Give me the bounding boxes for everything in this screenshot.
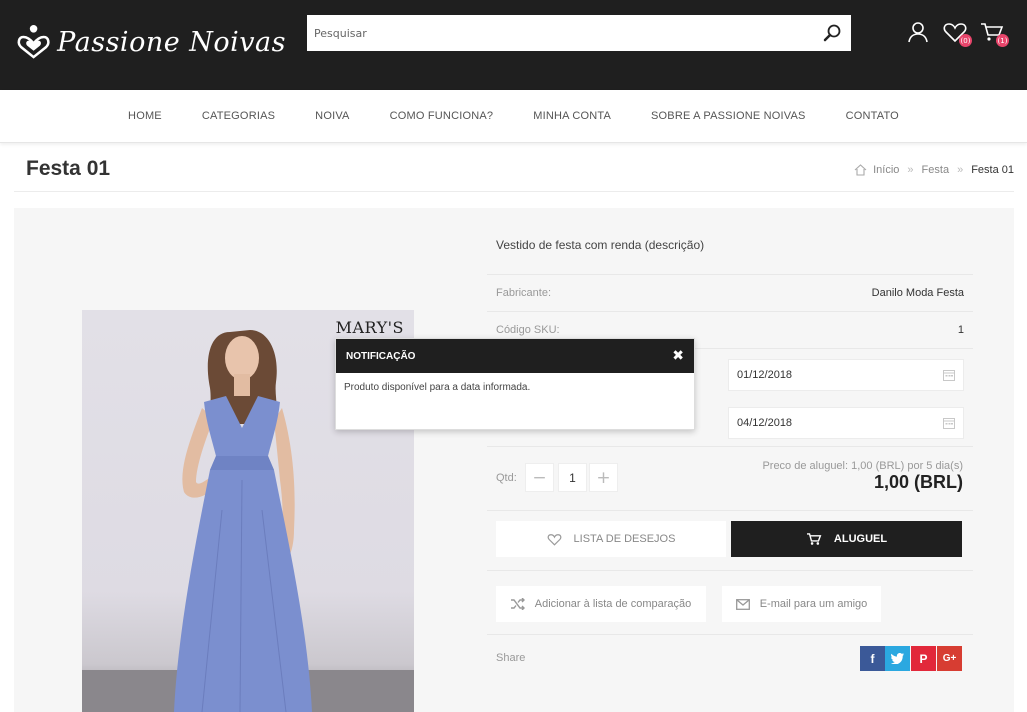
user-icon <box>908 22 928 43</box>
heart-icon <box>547 533 561 546</box>
facebook-icon: f <box>870 651 875 666</box>
wishlist-header-button[interactable]: (0) <box>941 18 972 47</box>
search-button[interactable] <box>813 15 851 51</box>
pinterest-share-button[interactable]: P <box>911 646 936 671</box>
nav-item-como-funciona[interactable]: COMO FUNCIONA? <box>390 110 494 122</box>
twitter-share-button[interactable] <box>885 646 910 671</box>
home-icon <box>854 164 867 176</box>
divider <box>487 634 973 635</box>
end-date-value: 04/12/2018 <box>737 417 793 429</box>
pinterest-icon: P <box>919 651 928 666</box>
notification-header: NOTIFICAÇÃO ✖ <box>336 339 694 373</box>
qty-increase-button[interactable]: + <box>589 463 618 492</box>
manufacturer-value[interactable]: Danilo Moda Festa <box>872 287 964 299</box>
start-date-field[interactable]: 01/12/2018 <box>728 359 964 391</box>
product-section: MARY'S Vestido de festa com renda (descr… <box>14 208 1014 712</box>
breadcrumb-separator-icon: » <box>957 164 964 176</box>
manufacturer-label: Fabricante: <box>496 287 552 299</box>
breadcrumb-inicio[interactable]: Início <box>873 164 899 176</box>
site-logo[interactable]: Passione Noivas <box>16 12 286 72</box>
add-to-compare-button[interactable]: Adicionar à lista de comparação <box>496 586 706 622</box>
wishlist-count-badge: (0) <box>959 34 972 47</box>
logo-text: Passione Noivas <box>57 26 286 58</box>
nav-item-categorias[interactable]: CATEGORIAS <box>202 110 275 122</box>
sku-label: Código SKU: <box>496 324 560 336</box>
divider <box>487 446 973 447</box>
google-plus-share-button[interactable]: G+ <box>937 646 962 671</box>
start-date-value: 01/12/2018 <box>737 369 793 381</box>
rent-button-label: ALUGUEL <box>833 533 888 545</box>
wishlist-button-label: LISTA DE DESEJOS <box>573 533 676 545</box>
divider <box>487 570 973 571</box>
twitter-icon <box>891 653 904 664</box>
qty-input[interactable] <box>558 463 587 492</box>
product-info-table: Fabricante: Danilo Moda Festa Código SKU… <box>487 274 973 348</box>
product-description: Vestido de festa com renda (descrição) <box>496 238 705 252</box>
cart-icon <box>806 533 822 545</box>
cart-button[interactable]: (1) <box>978 18 1009 47</box>
dress-brand-mark: MARY'S <box>335 318 404 337</box>
site-header: Passione Noivas (0) (1) <box>0 0 1027 90</box>
cart-count-badge: (1) <box>996 34 1009 47</box>
nav-item-contato[interactable]: CONTATO <box>846 110 899 122</box>
add-to-wishlist-button[interactable]: LISTA DE DESEJOS <box>496 521 726 557</box>
rent-button[interactable]: ALUGUEL <box>731 521 962 557</box>
calendar-icon[interactable] <box>943 369 955 381</box>
search-bar <box>307 15 851 51</box>
email-friend-button[interactable]: E-mail para um amigo <box>722 586 881 622</box>
shuffle-icon <box>510 598 525 610</box>
envelope-icon <box>735 598 750 610</box>
qty-decrease-button[interactable]: − <box>525 463 554 492</box>
facebook-share-button[interactable]: f <box>860 646 885 671</box>
qty-label: Qtd: <box>496 472 517 484</box>
breadcrumb: Início » Festa » Festa 01 <box>854 164 1014 176</box>
breadcrumb-separator-icon: » <box>907 164 914 176</box>
nav-item-home[interactable]: HOME <box>128 110 162 122</box>
nav-item-sobre[interactable]: SOBRE A PASSIONE NOIVAS <box>651 110 806 122</box>
title-row: Festa 01 Início » Festa » Festa 01 <box>14 148 1014 192</box>
product-price: 1,00 (BRL) <box>873 472 963 492</box>
end-date-field[interactable]: 04/12/2018 <box>728 407 964 439</box>
sku-value: 1 <box>957 324 964 336</box>
close-icon[interactable]: ✖ <box>672 349 684 363</box>
search-input[interactable] <box>307 15 813 51</box>
nav-item-minha-conta[interactable]: MINHA CONTA <box>533 110 611 122</box>
page-title: Festa 01 <box>26 157 111 180</box>
notification-message: Produto disponível para a data informada… <box>344 382 531 393</box>
compare-button-label: Adicionar à lista de comparação <box>534 598 692 610</box>
divider <box>487 510 973 511</box>
account-button[interactable] <box>904 18 932 46</box>
notification-title: NOTIFICAÇÃO <box>346 350 416 362</box>
rental-price-note: Preco de aluguel: 1,00 (BRL) por 5 dia(s… <box>762 460 963 472</box>
nav-item-noiva[interactable]: NOIVA <box>315 110 349 122</box>
breadcrumb-current: Festa 01 <box>971 164 1014 176</box>
manufacturer-row: Fabricante: Danilo Moda Festa <box>487 274 973 311</box>
google-plus-icon: G+ <box>942 653 957 664</box>
breadcrumb-festa[interactable]: Festa <box>922 164 950 176</box>
search-icon <box>823 24 841 42</box>
calendar-icon[interactable] <box>943 417 955 429</box>
logo-hearts-icon <box>17 25 50 59</box>
email-button-label: E-mail para um amigo <box>759 598 868 610</box>
share-label: Share <box>496 652 526 664</box>
main-nav: HOME CATEGORIAS NOIVA COMO FUNCIONA? MIN… <box>0 90 1027 143</box>
notification-popup: NOTIFICAÇÃO ✖ Produto disponível para a … <box>335 338 695 430</box>
